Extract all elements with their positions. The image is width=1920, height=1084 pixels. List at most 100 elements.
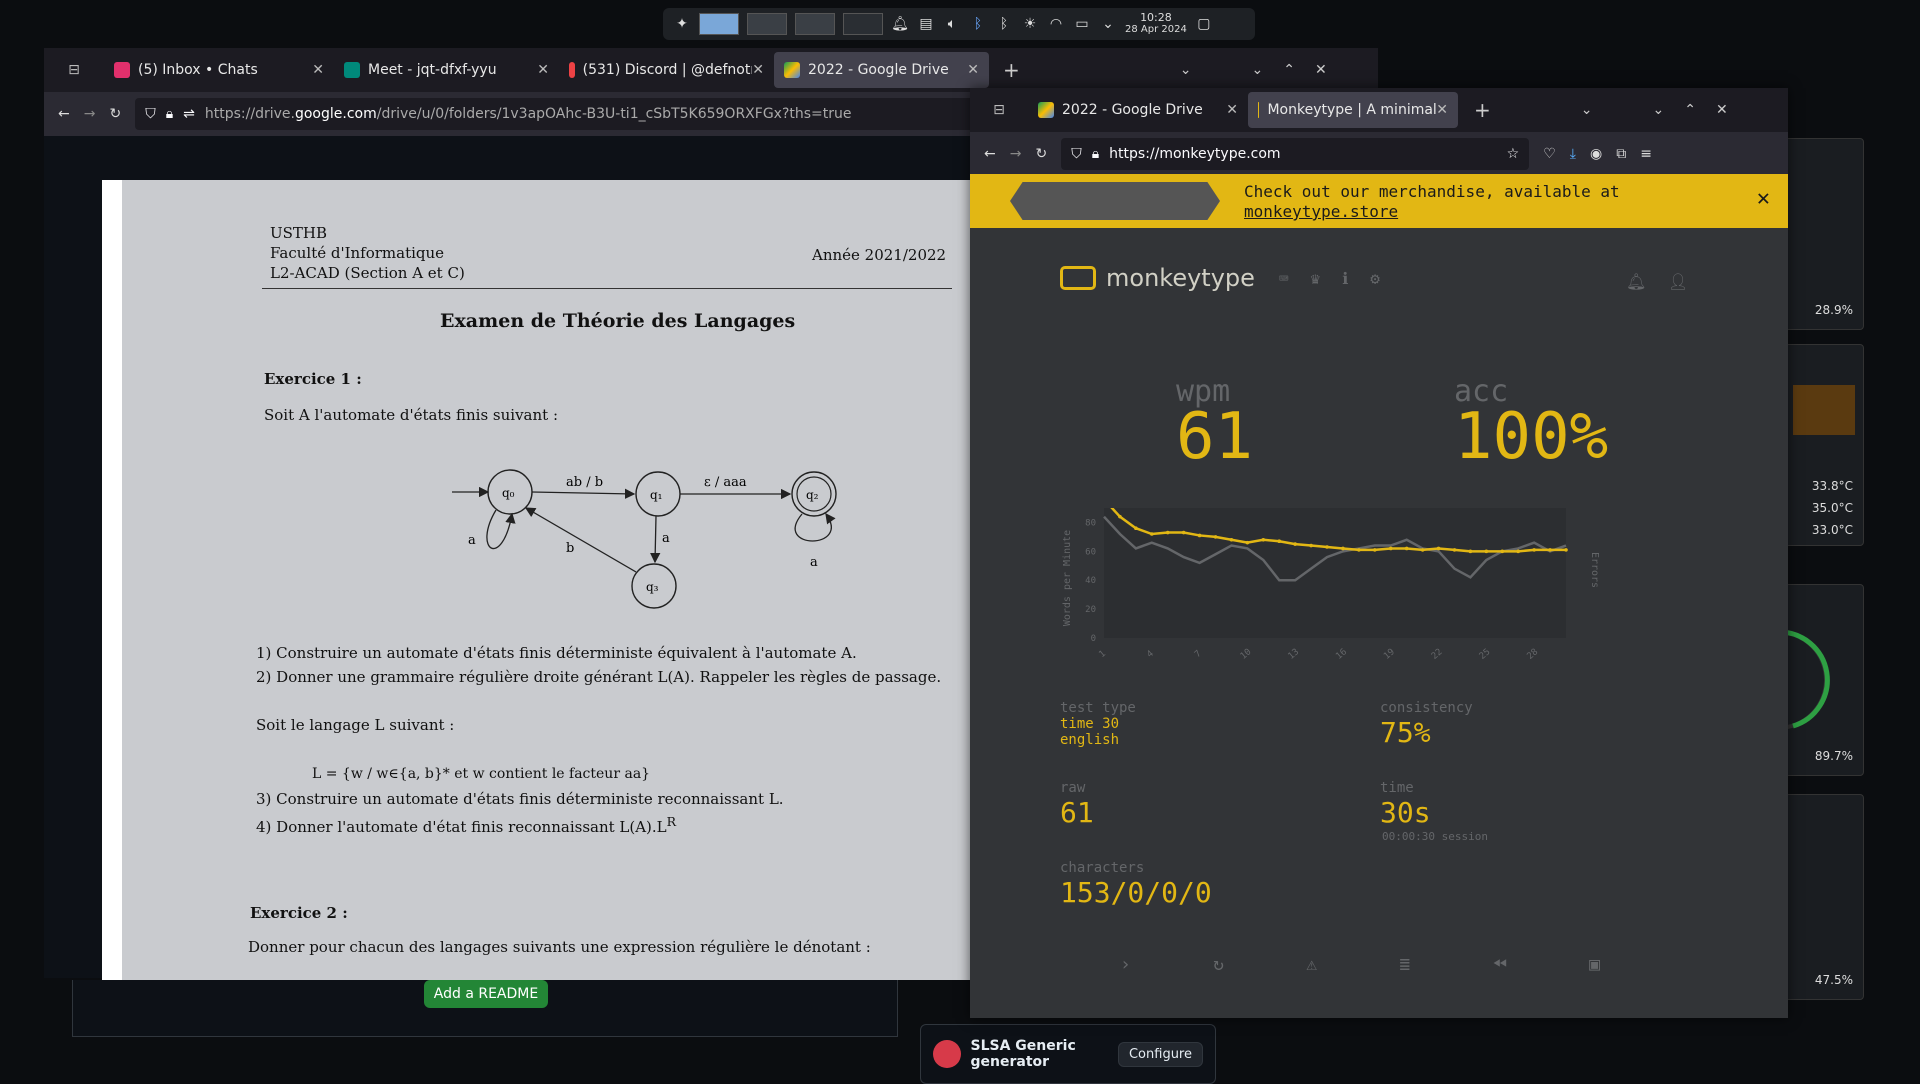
- add-readme-button[interactable]: Add a README: [424, 980, 548, 1008]
- tab-meet[interactable]: Meet - jqt-dfxf-yyu ✕: [334, 52, 559, 88]
- workspace-4[interactable]: [843, 13, 883, 35]
- configure-button[interactable]: Configure: [1117, 1041, 1203, 1067]
- close-icon[interactable]: ✕: [752, 62, 764, 78]
- forward-icon[interactable]: →: [1010, 146, 1022, 162]
- y-tick-label: 20: [1085, 605, 1096, 615]
- download-icon[interactable]: ⤓: [1570, 146, 1576, 162]
- volume-icon[interactable]: 🔈︎: [943, 15, 961, 33]
- workspace-1[interactable]: [699, 13, 739, 35]
- replay-icon[interactable]: ⏪︎: [1492, 954, 1506, 975]
- wpm-point: [1452, 548, 1457, 552]
- monkeytype-logo-icon[interactable]: [1060, 266, 1096, 290]
- bell-icon[interactable]: 🔔︎: [1626, 272, 1646, 291]
- monkeytype-header: monkeytype ⌨ ♛ ℹ ⚙: [1060, 264, 1380, 292]
- notification-icon[interactable]: 🔔︎: [891, 15, 909, 33]
- restart-icon[interactable]: ↻: [1213, 954, 1224, 975]
- tab-drive[interactable]: 2022 - Google Drive ✕: [774, 52, 989, 88]
- tab-inbox[interactable]: (5) Inbox • Chats ✕: [104, 52, 334, 88]
- doc-question-4-sup: R: [666, 814, 677, 829]
- doc-header-2: Faculté d'Informatique: [270, 244, 445, 262]
- user-icon[interactable]: 👤︎: [1668, 272, 1688, 291]
- warning-icon[interactable]: ⚠: [1306, 954, 1317, 975]
- window-close-icon[interactable]: ✕: [1315, 62, 1327, 78]
- workspace-2[interactable]: [747, 13, 787, 35]
- wifi-icon[interactable]: ◠: [1047, 15, 1065, 33]
- merch-link[interactable]: monkeytype.store: [1244, 202, 1398, 221]
- next-test-icon[interactable]: ›: [1120, 954, 1131, 975]
- clipboard-icon[interactable]: ▤: [917, 15, 935, 33]
- menu-icon[interactable]: ≡: [1640, 146, 1652, 162]
- doc-exercise-1: Exercice 1 :: [264, 370, 362, 388]
- automaton-diagram: q₀ q₁ q₂ q₃ ab / b ε / aaa a a b a: [452, 469, 837, 609]
- tab-drive-2[interactable]: 2022 - Google Drive ✕: [1028, 92, 1248, 128]
- wpm-point: [1181, 530, 1186, 535]
- bookmark-star-icon[interactable]: ☆: [1507, 146, 1520, 162]
- window-close-icon[interactable]: ✕: [1716, 102, 1728, 118]
- crown-icon[interactable]: ♛: [1311, 269, 1321, 288]
- x-tick-label: 25: [1478, 647, 1493, 662]
- edge-label-a3: a: [810, 555, 818, 570]
- brightness-icon[interactable]: ☀: [1021, 15, 1039, 33]
- wpm-point: [1388, 546, 1393, 551]
- new-tab-button[interactable]: +: [1474, 98, 1491, 122]
- url-bar-2[interactable]: ⛉ 🔒︎ https://monkeytype.com ☆: [1061, 138, 1530, 170]
- doc-language: Soit le langage L suivant :: [256, 716, 455, 734]
- close-icon[interactable]: ✕: [1226, 102, 1238, 118]
- settings-gear-icon[interactable]: ⚙: [1370, 269, 1380, 288]
- tab-overview-icon[interactable]: ⊟: [44, 62, 104, 78]
- minimize-icon[interactable]: ⌄: [1653, 102, 1665, 118]
- wpm-point: [1118, 514, 1122, 519]
- tab-label: 2022 - Google Drive: [1062, 102, 1203, 118]
- minimize-icon[interactable]: ⌄: [1252, 62, 1264, 78]
- workspace-3[interactable]: [795, 13, 835, 35]
- result-actions: › ↻ ⚠ ≣ ⏪︎ ▣: [1120, 954, 1600, 975]
- close-icon[interactable]: ✕: [537, 62, 549, 78]
- clock[interactable]: 10:28 28 Apr 2024: [1125, 12, 1187, 36]
- temp-graph: [1793, 385, 1855, 435]
- maximize-icon[interactable]: ⌃: [1283, 62, 1295, 78]
- tab-monkeytype[interactable]: Monkeytype | A minimalis ✕: [1248, 92, 1458, 128]
- extensions-icon[interactable]: ⧉: [1616, 146, 1626, 162]
- tab-label: 2022 - Google Drive: [808, 62, 949, 78]
- close-icon[interactable]: ✕: [967, 62, 979, 78]
- logo-text[interactable]: monkeytype: [1106, 264, 1255, 292]
- doc-exercise-2: Exercice 2 :: [250, 904, 348, 922]
- screenshot-icon[interactable]: ▣: [1589, 954, 1600, 975]
- x-tick-label: 19: [1382, 647, 1397, 662]
- forward-icon[interactable]: →: [84, 106, 96, 122]
- battery-icon[interactable]: ▭: [1073, 15, 1091, 33]
- back-icon[interactable]: ←: [58, 106, 70, 122]
- temp-2: 35.0°C: [1811, 501, 1853, 515]
- x-tick-label: 28: [1525, 647, 1540, 662]
- launcher-icon[interactable]: ✦: [673, 15, 691, 33]
- url-domain: google.com: [294, 106, 377, 122]
- close-icon[interactable]: ✕: [1436, 102, 1448, 118]
- drive-icon: [784, 62, 800, 78]
- tab-label: (531) Discord | @defnotm: [582, 62, 764, 78]
- chevron-down-icon[interactable]: ⌄: [1099, 15, 1117, 33]
- y-tick-label: 0: [1091, 634, 1096, 644]
- show-desktop-icon[interactable]: ▢: [1195, 15, 1213, 33]
- doc-title: Examen de Théorie des Langages: [440, 310, 796, 332]
- tab-list-chevron-icon[interactable]: ⌄: [1180, 62, 1192, 78]
- reload-icon[interactable]: ↻: [1035, 146, 1047, 162]
- tab-overview-icon[interactable]: ⊟: [970, 102, 1028, 118]
- new-tab-button[interactable]: +: [1003, 58, 1020, 82]
- words-history-icon[interactable]: ≣: [1399, 954, 1410, 975]
- close-icon[interactable]: ✕: [312, 62, 324, 78]
- merch-banner: Check out our merchandise, available at …: [970, 174, 1788, 228]
- close-banner-icon[interactable]: ✕: [1757, 186, 1770, 211]
- pocket-icon[interactable]: ♡: [1543, 146, 1556, 162]
- test-type-1: time 30: [1060, 716, 1120, 732]
- bluetooth-icon[interactable]: ᛒ: [969, 15, 987, 33]
- info-icon[interactable]: ℹ: [1342, 269, 1348, 288]
- tab-list-chevron-icon[interactable]: ⌄: [1581, 102, 1593, 118]
- doc-question-1: 1) Construire un automate d'états finis …: [256, 644, 857, 662]
- maximize-icon[interactable]: ⌃: [1684, 102, 1696, 118]
- reload-icon[interactable]: ↻: [109, 106, 121, 122]
- back-icon[interactable]: ←: [984, 146, 996, 162]
- account-icon[interactable]: ◉: [1590, 146, 1602, 162]
- tab-discord[interactable]: (531) Discord | @defnotm ✕: [559, 52, 774, 88]
- keyboard-icon[interactable]: ⌨: [1279, 269, 1289, 288]
- bluetooth-alt-icon[interactable]: ᛒ: [995, 15, 1013, 33]
